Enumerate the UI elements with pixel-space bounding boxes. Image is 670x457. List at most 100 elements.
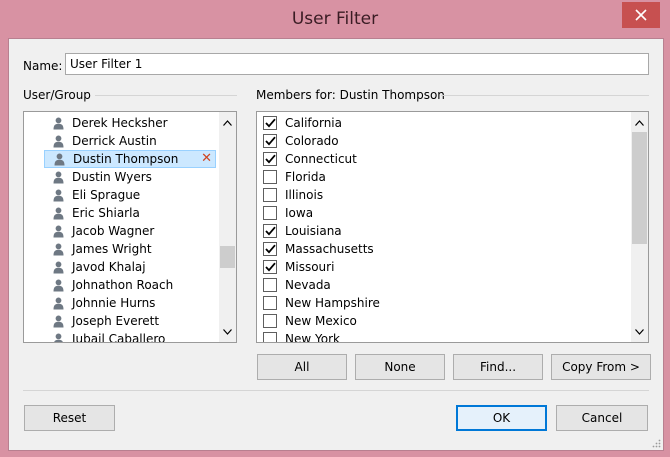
all-button[interactable]: All bbox=[257, 354, 347, 380]
scroll-up-arrow[interactable] bbox=[631, 114, 648, 131]
member-name: Florida bbox=[285, 170, 326, 184]
user-icon bbox=[52, 188, 64, 202]
check-icon bbox=[264, 136, 276, 146]
user-list-item[interactable]: Javod Khalaj bbox=[30, 258, 210, 276]
user-list-scroll-thumb[interactable] bbox=[220, 246, 235, 268]
check-icon bbox=[264, 154, 276, 164]
none-button[interactable]: None bbox=[355, 354, 445, 380]
check-icon bbox=[264, 262, 276, 272]
user-icon bbox=[52, 260, 64, 274]
user-name: Joseph Everett bbox=[72, 314, 160, 328]
member-list-item[interactable]: Colorado bbox=[263, 132, 623, 150]
close-button[interactable] bbox=[622, 2, 660, 28]
user-list-item[interactable]: Jubail Caballero bbox=[30, 330, 210, 343]
user-list-item[interactable]: Joseph Everett bbox=[30, 312, 210, 330]
scroll-down-arrow[interactable] bbox=[219, 323, 236, 340]
members-divider bbox=[441, 95, 649, 96]
member-list-item[interactable]: New Hampshire bbox=[263, 294, 623, 312]
chevron-down-icon bbox=[635, 328, 644, 335]
user-list-item[interactable]: James Wright bbox=[30, 240, 210, 258]
find-button[interactable]: Find... bbox=[453, 354, 543, 380]
user-name: Johnathon Roach bbox=[72, 278, 174, 292]
member-list-item[interactable]: Missouri bbox=[263, 258, 623, 276]
remove-x-icon[interactable]: ✕ bbox=[201, 152, 212, 166]
name-label: Name: bbox=[23, 59, 63, 73]
checkbox-unchecked[interactable] bbox=[263, 170, 277, 184]
members-list[interactable]: California Colorado Connecticut Florida Illi… bbox=[256, 111, 649, 343]
check-icon bbox=[264, 118, 276, 128]
user-list-item[interactable]: Jacob Wagner bbox=[30, 222, 210, 240]
member-name: Nevada bbox=[285, 278, 331, 292]
ok-button[interactable]: OK bbox=[456, 405, 547, 431]
cancel-button[interactable]: Cancel bbox=[556, 405, 648, 431]
user-list-item[interactable]: Johnnie Hurns bbox=[30, 294, 210, 312]
user-name: Eli Sprague bbox=[72, 188, 141, 202]
member-list-item[interactable]: Iowa bbox=[263, 204, 623, 222]
checkbox-checked[interactable] bbox=[263, 260, 277, 274]
user-name: Dustin Thompson bbox=[73, 152, 179, 166]
member-list-item[interactable]: Massachusetts bbox=[263, 240, 623, 258]
checkbox-checked[interactable] bbox=[263, 242, 277, 256]
member-name: New York bbox=[285, 332, 340, 343]
user-list-item[interactable]: Johnathon Roach bbox=[30, 276, 210, 294]
resize-grip-icon[interactable] bbox=[651, 438, 661, 448]
member-name: California bbox=[285, 116, 342, 130]
user-name: James Wright bbox=[72, 242, 152, 256]
user-icon bbox=[52, 224, 64, 238]
name-input[interactable]: User Filter 1 bbox=[65, 53, 649, 75]
member-list-item[interactable]: Louisiana bbox=[263, 222, 623, 240]
checkbox-unchecked[interactable] bbox=[263, 332, 277, 342]
member-list-item[interactable]: California bbox=[263, 114, 623, 132]
user-icon bbox=[52, 242, 64, 256]
user-list-scrollbar[interactable] bbox=[219, 112, 236, 342]
footer-divider bbox=[23, 390, 649, 391]
close-icon bbox=[635, 9, 647, 21]
checkbox-unchecked[interactable] bbox=[263, 206, 277, 220]
user-list-item[interactable]: Derrick Austin bbox=[30, 132, 210, 150]
window-title: User Filter bbox=[291, 9, 379, 29]
members-list-scroll-thumb[interactable] bbox=[632, 132, 647, 244]
user-name: Jubail Caballero bbox=[72, 332, 166, 343]
members-list-scrollbar[interactable] bbox=[631, 112, 648, 342]
member-list-item[interactable]: New York bbox=[263, 330, 623, 343]
scroll-up-arrow[interactable] bbox=[219, 114, 236, 131]
reset-button[interactable]: Reset bbox=[24, 405, 115, 431]
user-list-item[interactable]: Eli Sprague bbox=[30, 186, 210, 204]
member-list-item[interactable]: Illinois bbox=[263, 186, 623, 204]
member-list-item[interactable]: New Mexico bbox=[263, 312, 623, 330]
member-name: Connecticut bbox=[285, 152, 357, 166]
scroll-down-arrow[interactable] bbox=[631, 323, 648, 340]
dialog-body: Name: User Filter 1 User/Group Members f… bbox=[8, 38, 664, 451]
user-list-item[interactable]: Derek Hecksher bbox=[30, 114, 210, 132]
chevron-up-icon bbox=[635, 119, 644, 126]
checkbox-unchecked[interactable] bbox=[263, 296, 277, 310]
user-icon bbox=[52, 296, 64, 310]
checkbox-checked[interactable] bbox=[263, 224, 277, 238]
user-list-item[interactable]: Dustin Thompson ✕ bbox=[44, 150, 216, 168]
member-name: Colorado bbox=[285, 134, 339, 148]
user-list[interactable]: Derek Hecksher Derrick Austin Dustin Thomp… bbox=[23, 111, 237, 343]
user-list-item[interactable]: Dustin Wyers bbox=[30, 168, 210, 186]
checkbox-unchecked[interactable] bbox=[263, 188, 277, 202]
user-icon bbox=[52, 314, 64, 328]
checkbox-unchecked[interactable] bbox=[263, 314, 277, 328]
member-list-item[interactable]: Nevada bbox=[263, 276, 623, 294]
user-name: Javod Khalaj bbox=[72, 260, 146, 274]
checkbox-checked[interactable] bbox=[263, 152, 277, 166]
user-group-divider bbox=[95, 95, 237, 96]
checkbox-checked[interactable] bbox=[263, 116, 277, 130]
checkbox-checked[interactable] bbox=[263, 134, 277, 148]
member-list-item[interactable]: Florida bbox=[263, 168, 623, 186]
member-name: Illinois bbox=[285, 188, 324, 202]
member-list-item[interactable]: Connecticut bbox=[263, 150, 623, 168]
user-name: Johnnie Hurns bbox=[72, 296, 156, 310]
check-icon bbox=[264, 226, 276, 236]
checkbox-unchecked[interactable] bbox=[263, 278, 277, 292]
title-bar[interactable]: User Filter bbox=[0, 0, 670, 38]
user-icon bbox=[52, 332, 64, 342]
user-group-label: User/Group bbox=[23, 88, 95, 102]
copy-from-button[interactable]: Copy From > bbox=[551, 354, 651, 380]
member-name: New Mexico bbox=[285, 314, 357, 328]
chevron-down-icon bbox=[223, 328, 232, 335]
user-list-item[interactable]: Eric Shiarla bbox=[30, 204, 210, 222]
